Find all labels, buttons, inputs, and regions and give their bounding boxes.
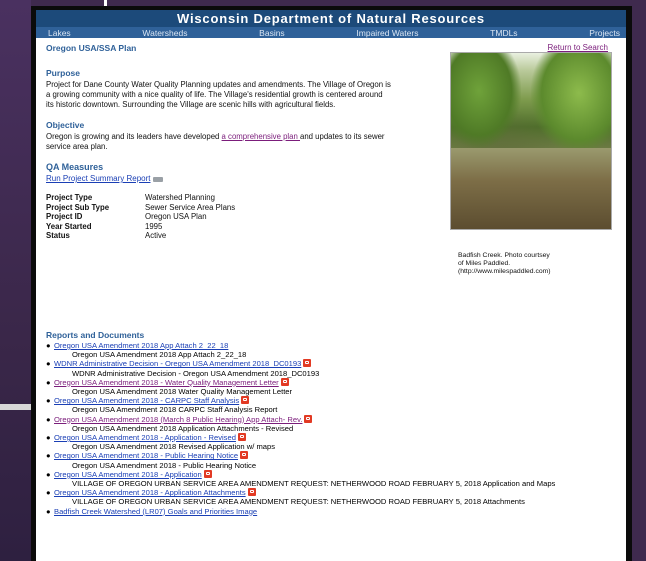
document-item: ● Oregon USA Amendment 2018 - Application… xyxy=(46,488,618,506)
return-to-search-link[interactable]: Return to Search xyxy=(548,43,608,52)
bullet: ● xyxy=(46,414,51,424)
document-item: ● Oregon USA Amendment 2018 - Application… xyxy=(46,469,618,489)
caption-line: (http://www.milespaddled.com) xyxy=(458,268,551,275)
pdf-icon[interactable] xyxy=(280,377,289,386)
document-link[interactable]: Oregon USA Amendment 2018 - CARPC Staff … xyxy=(54,396,239,405)
purpose-text: Project for Dane County Water Quality Pl… xyxy=(46,80,391,109)
document-link[interactable]: Oregon USA Amendment 2018 (March 8 Publi… xyxy=(54,415,302,424)
pdf-icon[interactable] xyxy=(240,451,249,460)
info-row: Project ID Oregon USA Plan xyxy=(46,212,235,222)
bullet: ● xyxy=(46,377,51,387)
document-description: VILLAGE OF OREGON URBAN SERVICE AREA AME… xyxy=(72,479,556,489)
document-description: Oregon USA Amendment 2018 App Attach 2_2… xyxy=(72,350,247,360)
pdf-icon[interactable] xyxy=(247,488,256,497)
page-title: Oregon USA/SSA Plan xyxy=(46,43,137,53)
info-row: Project Sub Type Sewer Service Area Plans xyxy=(46,203,235,213)
info-value: Active xyxy=(145,231,167,240)
info-key: Project Sub Type xyxy=(46,202,110,212)
photo-water xyxy=(451,148,611,229)
info-key: Status xyxy=(46,231,70,240)
info-value: Oregon USA Plan xyxy=(145,212,207,221)
background-accent xyxy=(0,404,31,410)
document-item: ● Oregon USA Amendment 2018 - Application… xyxy=(46,433,618,451)
caption-line: Badfish Creek. Photo courtsey xyxy=(458,252,550,259)
pdf-icon[interactable] xyxy=(237,433,246,442)
info-key: Project ID xyxy=(46,212,83,221)
document-item: ● Oregon USA Amendment 2018 - Public Hear… xyxy=(46,451,618,470)
reports-section: Reports and Documents ● Oregon USA Amendm… xyxy=(46,330,618,516)
nav-basins[interactable]: Basins xyxy=(259,28,285,38)
document-description: Oregon USA Amendment 2018 Water Quality … xyxy=(72,387,293,397)
nav-tmdls[interactable]: TMDLs xyxy=(490,28,517,38)
bullet: ● xyxy=(46,341,51,350)
project-info-table: Project Type Watershed Planning Project S… xyxy=(46,193,235,241)
document-link[interactable]: Oregon USA Amendment 2018 - Application … xyxy=(54,488,246,497)
photo-tree xyxy=(451,53,521,148)
creek-photo xyxy=(450,52,612,230)
document-description: Oregon USA Amendment 2018 Revised Applic… xyxy=(72,442,276,452)
document-description: Oregon USA Amendment 2018 CARPC Staff An… xyxy=(72,405,278,415)
bullet: ● xyxy=(46,396,51,406)
info-key: Project Type xyxy=(46,193,93,202)
document-item: ● WDNR Administrative Decision - Oregon U… xyxy=(46,359,618,378)
bullet: ● xyxy=(46,469,51,479)
info-value: Sewer Service Area Plans xyxy=(145,202,236,212)
document-link[interactable]: Oregon USA Amendment 2018 - Application xyxy=(54,470,202,479)
document-description: WDNR Administrative Decision - Oregon US… xyxy=(72,368,320,378)
photo-caption: Badfish Creek. Photo courtsey of Miles P… xyxy=(458,252,586,276)
info-row: Project Type Watershed Planning xyxy=(46,193,235,203)
bullet: ● xyxy=(46,488,51,498)
info-key: Year Started xyxy=(46,221,92,231)
document-item: ● Oregon USA Amendment 2018 - Water Quali… xyxy=(46,377,618,397)
nav-watersheds[interactable]: Watersheds xyxy=(142,28,187,38)
document-link[interactable]: Oregon USA Amendment 2018 App Attach 2_2… xyxy=(54,341,228,350)
bullet: ● xyxy=(46,506,51,516)
caption-line: of Miles Paddled. xyxy=(458,260,511,267)
site-header: Wisconsin Department of Natural Resource… xyxy=(36,10,626,27)
pdf-icon[interactable] xyxy=(304,414,313,423)
document-item: ● Oregon USA Amendment 2018 (March 8 Publ… xyxy=(46,414,618,433)
pdf-icon[interactable] xyxy=(203,469,212,478)
pdf-icon[interactable] xyxy=(241,396,250,405)
page: Wisconsin Department of Natural Resource… xyxy=(36,10,626,561)
document-link[interactable]: WDNR Administrative Decision - Oregon US… xyxy=(54,359,301,368)
document-description: Oregon USA Amendment 2018 - Public Heari… xyxy=(72,460,257,470)
top-nav: Lakes Watersheds Basins Impaired Waters … xyxy=(36,27,626,38)
nav-impaired-waters[interactable]: Impaired Waters xyxy=(356,28,418,38)
document-description: VILLAGE OF OREGON URBAN SERVICE AREA AME… xyxy=(72,497,525,507)
objective-text: Oregon is growing and its leaders have d… xyxy=(46,132,391,152)
run-summary-report-link[interactable]: Run Project Summary Report xyxy=(46,174,150,183)
document-item: ● Oregon USA Amendment 2018 App Attach 2_… xyxy=(46,341,618,359)
document-link[interactable]: Oregon USA Amendment 2018 - Application … xyxy=(54,433,236,442)
bullet: ● xyxy=(46,451,51,461)
nav-lakes[interactable]: Lakes xyxy=(48,28,71,38)
objective-text-start: Oregon is growing and its leaders have d… xyxy=(46,132,222,141)
bullet: ● xyxy=(46,433,51,443)
info-row: Status Active xyxy=(46,231,235,241)
document-description: Oregon USA Amendment 2018 Application At… xyxy=(72,423,294,433)
nav-projects[interactable]: Projects xyxy=(589,28,620,38)
reports-heading: Reports and Documents xyxy=(46,330,145,340)
pdf-icon[interactable] xyxy=(303,359,312,368)
document-link[interactable]: Oregon USA Amendment 2018 - Public Heari… xyxy=(54,451,238,460)
report-icon[interactable] xyxy=(153,177,164,182)
photo-tree xyxy=(531,53,611,153)
info-row: Year Started 1995 xyxy=(46,222,235,232)
document-link[interactable]: Badfish Creek Watershed (LR07) Goals and… xyxy=(54,507,257,516)
info-value: 1995 xyxy=(145,221,163,231)
bullet: ● xyxy=(46,359,51,369)
document-item: ● Badfish Creek Watershed (LR07) Goals an… xyxy=(46,507,618,516)
info-value: Watershed Planning xyxy=(145,193,215,202)
background-left xyxy=(0,0,31,561)
document-item: ● Oregon USA Amendment 2018 - CARPC Staff… xyxy=(46,396,618,414)
document-link[interactable]: Oregon USA Amendment 2018 - Water Qualit… xyxy=(54,378,279,387)
comprehensive-plan-link[interactable]: a comprehensive plan xyxy=(222,132,300,141)
